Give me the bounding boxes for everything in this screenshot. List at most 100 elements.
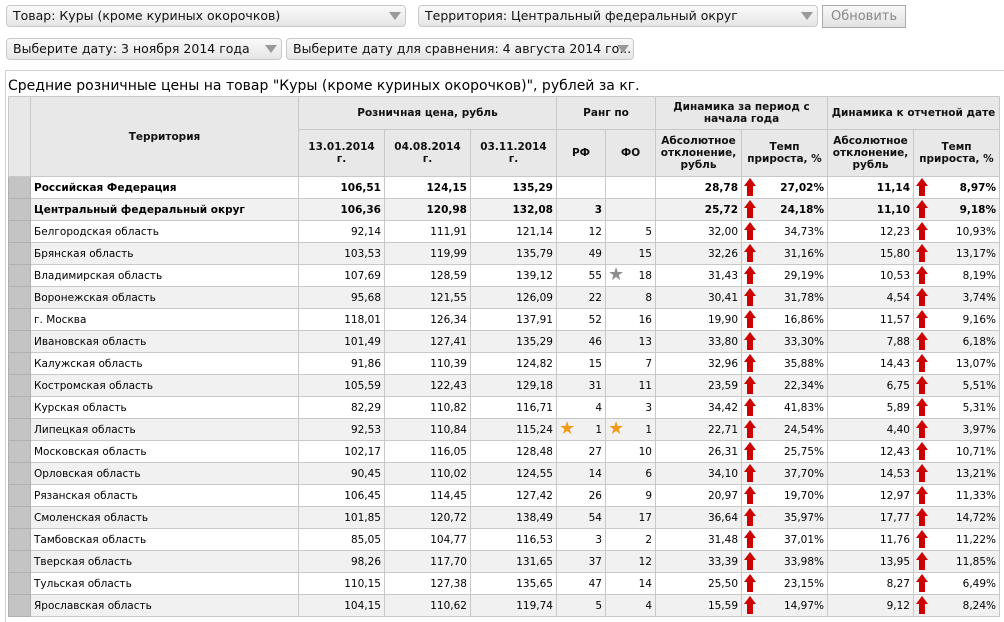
- product-select[interactable]: Товар: Куры (кроме куриных окорочков): [6, 5, 406, 27]
- arrow-up-icon: [916, 266, 928, 284]
- price-date3: 138,49: [470, 506, 557, 529]
- arrow-up-icon: [744, 442, 756, 460]
- price-date1: 101,85: [298, 506, 385, 529]
- rank-rf: 4: [595, 401, 602, 414]
- table-row[interactable]: Центральный федеральный округ 106,36 120,9…: [8, 198, 1000, 221]
- table-row[interactable]: Тверская область 98,26 117,70 131,65 37 12 33,…: [8, 550, 1000, 573]
- table-row[interactable]: Российская Федерация 106,51 124,15 135,29 28…: [8, 176, 1000, 199]
- rank-fo-cell: 11: [605, 374, 656, 397]
- report-growth-cell: 10,71%: [913, 440, 1000, 463]
- table-row[interactable]: Рязанская область 106,45 114,45 127,42 26 9 20…: [8, 484, 1000, 507]
- col-dyn-year-group: Динамика за период с начала года: [655, 96, 828, 130]
- table-row[interactable]: Брянская область 103,53 119,99 135,79 49 15 32…: [8, 242, 1000, 265]
- rank-rf-cell: 3: [556, 528, 606, 551]
- arrow-up-icon: [744, 354, 756, 372]
- rank-rf: 47: [588, 577, 602, 590]
- row-selector[interactable]: [8, 462, 31, 485]
- row-selector[interactable]: [8, 220, 31, 243]
- rank-rf-cell: ★ 1: [556, 418, 606, 441]
- arrow-up-icon: [744, 288, 756, 306]
- row-selector[interactable]: [8, 374, 31, 397]
- table-row[interactable]: Смоленская область 101,85 120,72 138,49 54 17…: [8, 506, 1000, 529]
- report-abs-dev: 9,12: [827, 594, 914, 617]
- price-date2: 124,15: [384, 176, 471, 199]
- year-abs-dev: 23,59: [655, 374, 742, 397]
- rank-rf-cell: 12: [556, 220, 606, 243]
- table-row[interactable]: г. Москва 118,01 126,34 137,91 52 16 19,90 16,8…: [8, 308, 1000, 331]
- arrow-up-icon: [916, 464, 928, 482]
- table-row[interactable]: Костромская область 105,59 122,43 129,18 31 1…: [8, 374, 1000, 397]
- table-row[interactable]: Тамбовская область 85,05 104,77 116,53 3 2 31,…: [8, 528, 1000, 551]
- rank-fo-cell: 10: [605, 440, 656, 463]
- arrow-up-icon: [744, 420, 756, 438]
- row-selector[interactable]: [8, 396, 31, 419]
- row-selector[interactable]: [8, 264, 31, 287]
- year-growth-cell: 31,16%: [741, 242, 828, 265]
- report-abs-dev: 5,89: [827, 396, 914, 419]
- table-row[interactable]: Калужская область 91,86 110,39 124,82 15 7 32,…: [8, 352, 1000, 375]
- report-abs-dev: 12,97: [827, 484, 914, 507]
- row-selector[interactable]: [8, 308, 31, 331]
- chevron-down-icon: [801, 12, 813, 20]
- row-selector[interactable]: [8, 330, 31, 353]
- date-select[interactable]: Выберите дату: 3 ноября 2014 года: [6, 38, 282, 60]
- year-abs-dev: 31,48: [655, 528, 742, 551]
- table-row[interactable]: Воронежская область 95,68 121,55 126,09 22 8 3…: [8, 286, 1000, 309]
- price-date1: 101,49: [298, 330, 385, 353]
- rank-rf-cell: 49: [556, 242, 606, 265]
- table-row[interactable]: Владимирская область 107,69 128,59 139,12 55…: [8, 264, 1000, 287]
- arrow-up-icon: [916, 398, 928, 416]
- year-growth-rate: 35,88%: [783, 357, 824, 370]
- row-selector[interactable]: [8, 594, 31, 617]
- compare-date-select[interactable]: Выберите дату для сравнения: 4 августа 2…: [286, 38, 634, 60]
- price-date2: 122,43: [384, 374, 471, 397]
- rank-rf: 27: [588, 445, 602, 458]
- row-selector[interactable]: [8, 286, 31, 309]
- row-selector[interactable]: [8, 528, 31, 551]
- table-row[interactable]: Московская область 102,17 116,05 128,48 27 10…: [8, 440, 1000, 463]
- row-selector[interactable]: [8, 550, 31, 573]
- row-selector[interactable]: [8, 176, 31, 199]
- year-growth-cell: 35,88%: [741, 352, 828, 375]
- rank-fo: 18: [638, 269, 652, 282]
- row-selector[interactable]: [8, 484, 31, 507]
- table-row[interactable]: Орловская область 90,45 110,02 124,55 14 6 34,…: [8, 462, 1000, 485]
- col-rank-rf: РФ: [556, 129, 606, 177]
- table-row[interactable]: Курская область 82,29 110,82 116,71 4 3 34,42 4…: [8, 396, 1000, 419]
- territory-name: Воронежская область: [30, 286, 299, 309]
- row-selector[interactable]: [8, 242, 31, 265]
- row-selector[interactable]: [8, 572, 31, 595]
- territory-name: Ярославская область: [30, 594, 299, 617]
- table-row[interactable]: Ивановская область 101,49 127,41 135,29 46 13…: [8, 330, 1000, 353]
- price-date2: 117,70: [384, 550, 471, 573]
- rank-rf: 14: [588, 467, 602, 480]
- table-row[interactable]: Тульская область 110,15 127,38 135,65 47 14 25…: [8, 572, 1000, 595]
- row-selector[interactable]: [8, 440, 31, 463]
- report-growth-rate: 13,17%: [955, 247, 996, 260]
- report-growth-rate: 13,07%: [955, 357, 996, 370]
- year-growth-rate: 25,75%: [783, 445, 824, 458]
- table-row[interactable]: Ярославская область 104,15 110,62 119,74 5 4 1…: [8, 594, 1000, 617]
- refresh-button[interactable]: Обновить: [822, 5, 906, 28]
- rank-fo-cell: 17: [605, 506, 656, 529]
- row-selector[interactable]: [8, 418, 31, 441]
- territory-name: Российская Федерация: [30, 176, 299, 199]
- col-date1: 13.01.2014 г.: [298, 129, 385, 177]
- year-growth-rate: 41,83%: [783, 401, 824, 414]
- row-selector[interactable]: [8, 198, 31, 221]
- rank-rf: 31: [588, 379, 602, 392]
- table-row[interactable]: Белгородская область 92,14 111,91 121,14 12 5…: [8, 220, 1000, 243]
- rank-fo-cell: 8: [605, 286, 656, 309]
- table-row[interactable]: Липецкая область 92,53 110,84 115,24 ★ 1 ★ 1 22,…: [8, 418, 1000, 441]
- price-date3: 129,18: [470, 374, 557, 397]
- territory-select[interactable]: Территория: Центральный федеральный окру…: [418, 5, 818, 27]
- year-abs-dev: 26,31: [655, 440, 742, 463]
- arrow-up-icon: [916, 552, 928, 570]
- report-abs-dev: 7,88: [827, 330, 914, 353]
- table-body: Российская Федерация 106,51 124,15 135,29 28…: [8, 176, 1000, 617]
- rank-rf-cell: 47: [556, 572, 606, 595]
- year-growth-cell: 33,98%: [741, 550, 828, 573]
- row-selector[interactable]: [8, 506, 31, 529]
- year-growth-rate: 35,97%: [783, 511, 824, 524]
- row-selector[interactable]: [8, 352, 31, 375]
